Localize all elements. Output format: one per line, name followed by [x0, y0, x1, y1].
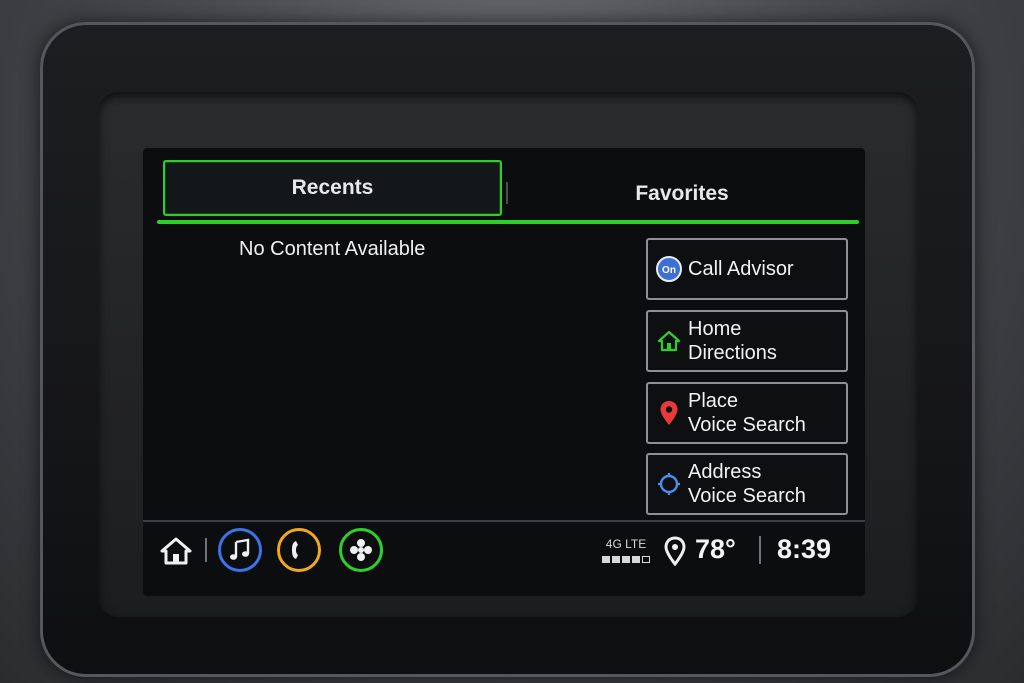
crosshair-icon: [656, 471, 682, 497]
apps-button[interactable]: [339, 528, 383, 572]
tab-favorites-label: Favorites: [635, 182, 729, 205]
onstar-icon: On: [656, 256, 682, 282]
audio-button[interactable]: [218, 528, 262, 572]
call-advisor-label: Call Advisor: [688, 257, 794, 281]
home-directions-line2: Directions: [688, 342, 777, 364]
place-voice-search-line1: Place: [688, 390, 739, 412]
location-icon: [663, 536, 687, 567]
address-voice-search-line1: Address: [688, 461, 762, 483]
tab-favorites[interactable]: Favorites: [512, 166, 852, 222]
signal-bar: [612, 556, 620, 563]
clock: 8:39: [777, 534, 832, 564]
signal-bar: [602, 556, 610, 563]
home-directions-label: Home Directions: [688, 317, 777, 365]
signal-bar: [632, 556, 640, 563]
infotainment-screen: Recents Favorites No Content Available O…: [143, 148, 865, 596]
bottom-bar-separator: [205, 538, 207, 562]
home-directions-button[interactable]: Home Directions: [646, 310, 848, 372]
home-button[interactable]: [159, 534, 193, 568]
home-icon: [160, 537, 192, 565]
bottom-bar: 4G LTE 78° 8:39: [143, 524, 865, 578]
tab-recents-label: Recents: [291, 176, 374, 199]
tab-divider: [506, 182, 508, 204]
apps-icon: [350, 539, 372, 561]
network-status: 4G LTE: [599, 537, 653, 563]
tab-recents[interactable]: Recents: [163, 160, 502, 216]
phone-button[interactable]: [277, 528, 321, 572]
onstar-icon-text: On: [662, 265, 676, 276]
call-advisor-button[interactable]: On Call Advisor: [646, 238, 848, 300]
address-voice-search-button[interactable]: Address Voice Search: [646, 453, 848, 515]
bottom-bar-divider: [143, 520, 865, 522]
signal-bar: [642, 556, 650, 563]
tab-underline: [157, 220, 859, 224]
call-advisor-line1: Call Advisor: [688, 258, 794, 280]
place-voice-search-label: Place Voice Search: [688, 389, 806, 437]
home-icon: [656, 328, 682, 354]
dashboard: Recents Favorites No Content Available O…: [0, 0, 1024, 683]
network-type: 4G LTE: [605, 537, 647, 551]
map-pin-icon: [656, 400, 682, 426]
status-separator: [759, 536, 761, 564]
tab-bar: Recents Favorites: [157, 160, 859, 226]
place-voice-search-button[interactable]: Place Voice Search: [646, 382, 848, 444]
signal-strength: [599, 556, 653, 563]
empty-state-message: No Content Available: [239, 238, 426, 260]
address-voice-search-line2: Voice Search: [688, 485, 806, 507]
place-voice-search-line2: Voice Search: [688, 414, 806, 436]
phone-icon: [292, 541, 298, 559]
signal-bar: [622, 556, 630, 563]
temperature: 78°: [695, 534, 736, 564]
home-directions-line1: Home: [688, 318, 742, 340]
music-note-icon: [230, 538, 250, 560]
address-voice-search-label: Address Voice Search: [688, 460, 806, 508]
